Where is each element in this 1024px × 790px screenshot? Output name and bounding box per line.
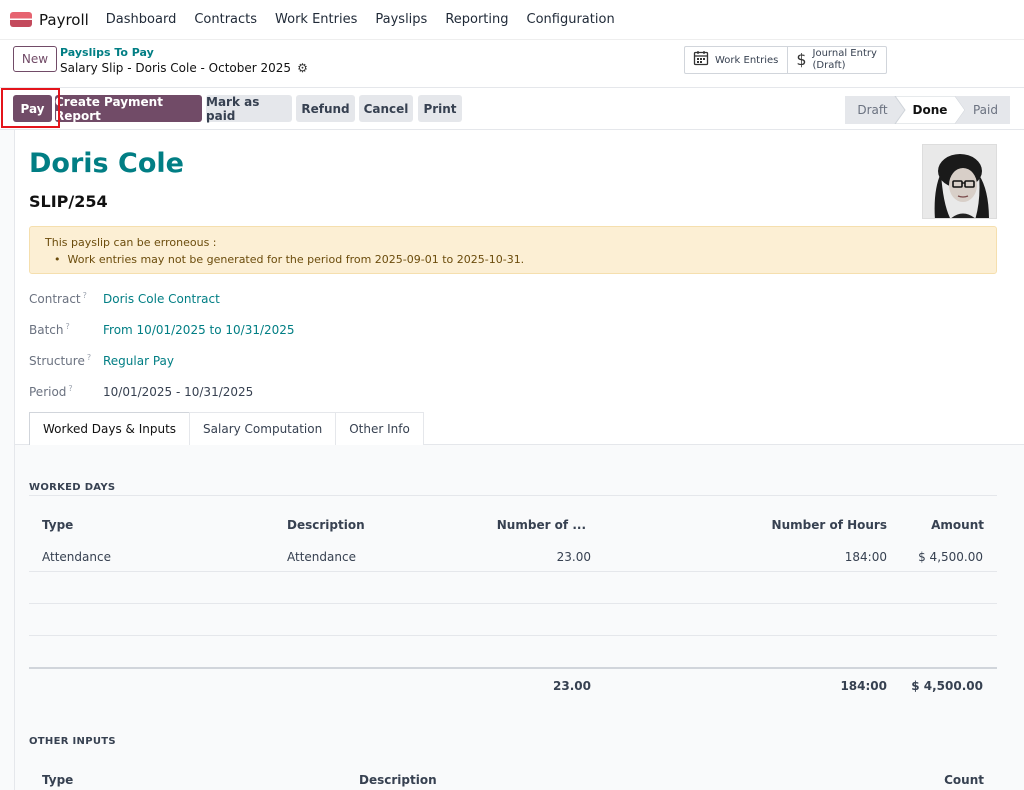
batch-label: Batch? <box>29 322 70 337</box>
record-title: Salary Slip - Doris Cole - October 2025 <box>60 61 292 75</box>
row-separator <box>29 635 997 636</box>
structure-label-text: Structure <box>29 354 85 368</box>
structure-value[interactable]: Regular Pay <box>103 354 174 368</box>
new-button[interactable]: New <box>13 46 57 72</box>
col-description[interactable]: Description <box>287 518 365 532</box>
row-description[interactable]: Attendance <box>287 550 356 564</box>
form-sheet: Doris Cole SLIP/254 This payslip can be … <box>14 130 1024 790</box>
top-navbar: Payroll Dashboard Contracts Work Entries… <box>0 0 1024 40</box>
menu-contracts[interactable]: Contracts <box>194 12 257 27</box>
total-amount: $ 4,500.00 <box>911 679 983 693</box>
app-brand[interactable]: Payroll <box>39 11 89 29</box>
period-label: Period? <box>29 384 73 399</box>
stage-paid[interactable]: Paid <box>963 96 1008 124</box>
total-days: 23.00 <box>553 679 591 693</box>
col-amount[interactable]: Amount <box>905 518 984 532</box>
menu-work-entries[interactable]: Work Entries <box>275 12 357 27</box>
dollar-icon: $ <box>796 50 807 69</box>
alert-item-text: Work entries may not be generated for th… <box>67 253 525 266</box>
erroneous-payslip-alert: This payslip can be erroneous : • Work e… <box>29 226 997 274</box>
totals-separator <box>29 667 997 669</box>
inputs-col-count[interactable]: Count <box>905 773 984 787</box>
period-label-text: Period <box>29 385 67 399</box>
structure-help-icon[interactable]: ? <box>87 353 91 362</box>
calendar-icon <box>693 50 709 70</box>
refund-button[interactable]: Refund <box>296 95 355 122</box>
col-number-of-hours[interactable]: Number of Hours <box>755 518 887 532</box>
work-entries-label: Work Entries <box>715 54 779 66</box>
journal-entry-line1: Journal Entry <box>812 48 877 59</box>
employee-name: Doris Cole <box>29 148 184 179</box>
alert-item: • Work entries may not be generated for … <box>54 253 525 266</box>
journal-entry-smart-button[interactable]: $ Journal Entry (Draft) <box>788 47 886 73</box>
batch-label-text: Batch <box>29 323 64 337</box>
slip-number: SLIP/254 <box>29 192 108 211</box>
period-help-icon[interactable]: ? <box>68 384 72 393</box>
journal-entry-status: (Draft) <box>812 60 846 71</box>
menu-configuration[interactable]: Configuration <box>527 12 615 27</box>
cancel-button[interactable]: Cancel <box>359 95 413 122</box>
tab-other-info[interactable]: Other Info <box>335 412 424 445</box>
stage-done[interactable]: Done <box>905 96 955 124</box>
structure-label: Structure? <box>29 353 91 368</box>
notebook-tabs: Worked Days & Inputs Salary Computation … <box>29 412 424 445</box>
col-type[interactable]: Type <box>42 518 73 532</box>
main-menu: Dashboard Contracts Work Entries Payslip… <box>106 12 633 27</box>
inputs-col-type[interactable]: Type <box>42 773 73 787</box>
contract-label: Contract? <box>29 291 87 306</box>
work-entries-smart-button[interactable]: Work Entries <box>685 47 789 73</box>
batch-help-icon[interactable]: ? <box>66 322 70 331</box>
inputs-col-description[interactable]: Description <box>359 773 437 787</box>
col-number-of-days[interactable]: Number of ... <box>485 518 586 532</box>
section-rule <box>29 495 997 496</box>
breadcrumb-current: Salary Slip - Doris Cole - October 2025 … <box>60 61 308 75</box>
other-inputs-title: OTHER INPUTS <box>29 736 116 747</box>
total-hours: 184:00 <box>840 679 887 693</box>
control-panel: New Payslips To Pay Salary Slip - Doris … <box>0 40 1024 88</box>
alert-title: This payslip can be erroneous : <box>45 236 217 249</box>
menu-payslips[interactable]: Payslips <box>375 12 427 27</box>
breadcrumb-parent[interactable]: Payslips To Pay <box>60 46 154 59</box>
contract-help-icon[interactable]: ? <box>83 291 87 300</box>
menu-reporting[interactable]: Reporting <box>445 12 508 27</box>
employee-avatar[interactable] <box>922 144 997 219</box>
stage-draft[interactable]: Draft <box>845 96 900 124</box>
batch-value[interactable]: From 10/01/2025 to 10/31/2025 <box>103 323 295 337</box>
journal-entry-label: Journal Entry (Draft) <box>813 48 877 72</box>
row-separator <box>29 603 997 604</box>
row-separator <box>29 571 997 572</box>
payroll-app-icon[interactable] <box>10 12 32 27</box>
tab-content: WORKED DAYS Type Description Number of .… <box>15 445 1024 790</box>
period-value[interactable]: 10/01/2025 - 10/31/2025 <box>103 385 253 399</box>
contract-label-text: Contract <box>29 292 81 306</box>
create-payment-report-button[interactable]: Create Payment Report <box>55 95 202 123</box>
row-days[interactable]: 23.00 <box>485 550 591 564</box>
tab-salary-computation[interactable]: Salary Computation <box>189 412 337 445</box>
worked-days-title: WORKED DAYS <box>29 482 116 493</box>
mark-as-paid-button[interactable]: Mark as paid <box>206 95 292 123</box>
contract-value[interactable]: Doris Cole Contract <box>103 292 220 306</box>
menu-dashboard[interactable]: Dashboard <box>106 12 177 27</box>
smart-buttons: Work Entries $ Journal Entry (Draft) <box>684 46 887 74</box>
print-button[interactable]: Print <box>418 95 462 122</box>
gear-icon[interactable]: ⚙ <box>297 61 308 75</box>
row-hours[interactable]: 184:00 <box>755 550 887 564</box>
row-amount[interactable]: $ 4,500.00 <box>883 550 983 564</box>
tab-worked-days-inputs[interactable]: Worked Days & Inputs <box>29 412 191 445</box>
row-type[interactable]: Attendance <box>42 550 111 564</box>
pay-button-highlight <box>1 88 60 128</box>
